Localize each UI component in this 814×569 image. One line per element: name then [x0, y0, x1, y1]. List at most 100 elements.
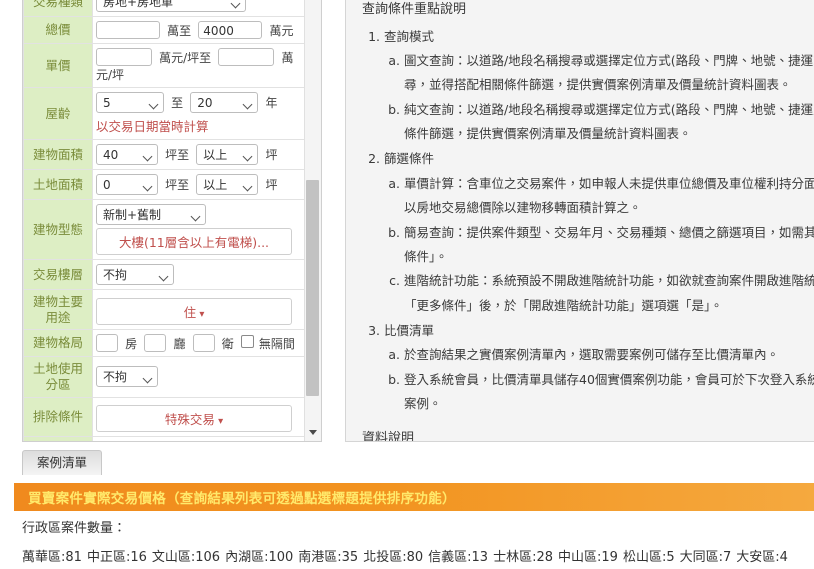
form-row-exclude-conditions: 排除條件 特殊交易 [23, 396, 306, 437]
building-area-min-select[interactable]: 40 [96, 144, 158, 165]
house-age-max-select[interactable]: 20 [190, 92, 259, 113]
district-count-list: 萬華區:81 中正區:16 文山區:106 內湖區:100 南港區:35 北投區:80 信義… [22, 547, 812, 569]
label-exclude-conditions: 排除條件 [23, 396, 93, 437]
land-area-max-select[interactable]: 以上 [196, 174, 259, 195]
building-type-select[interactable]: 新制+舊制 [96, 204, 206, 225]
tab-case-list[interactable]: 案例清單 [22, 450, 103, 475]
help-section1-list: 查詢模式 圖文查詢：以道路/地段名稱搜尋或選擇定位方式(路段、門牌、地號、捷運或… [366, 25, 814, 417]
total-price-end-unit: 萬元 [269, 23, 294, 38]
transaction-floor-select[interactable]: 不拘 [96, 264, 174, 285]
help-subitem-simple-query: 簡易查詢：提供案件類型、交易年月、交易種類、總價之篩選項目，如需其他篩 條件」。 [404, 221, 814, 270]
help-line: 登入系統會員，比價清單具儲存40個實價案例功能，會員可於下次登入系統時 [404, 371, 814, 387]
land-area-mid-unit: 坪至 [165, 178, 190, 192]
land-area-min-select[interactable]: 0 [96, 174, 158, 195]
total-price-min-input[interactable] [96, 21, 160, 39]
help-subitem-text-query: 純文查詢：以道路/地段名稱搜尋或選擇定位方式(路段、門牌、地號、捷運定位 條件篩… [404, 98, 814, 147]
district-count-item: 大同區:7 [679, 550, 732, 566]
house-age-min-select[interactable]: 5 [96, 92, 164, 113]
help-line: 「更多條件」後，於「開啟進階統計功能」選項選「是」。 [404, 297, 723, 313]
building-purpose-dropdown[interactable]: 住 [96, 297, 292, 325]
field-land-area: 0 坪至 以上 坪 [92, 169, 306, 200]
district-count-item: 中山區:19 [558, 550, 618, 566]
field-building-purpose: 住 [92, 288, 306, 331]
help-line: 於查詢結果之實價案例清單內，選取需要案例可儲存至比價清單內。 [404, 347, 780, 363]
help-section1-title: 查詢條件重點說明 [362, 2, 467, 17]
field-advanced-stats: 否 是 [92, 435, 306, 441]
help-item-filter-conditions: 篩選條件 單價計算：含車位之交易案件，如申報人未提供車位總價及車位權利持分面積時… [384, 147, 814, 318]
house-age-note: 以交易日期當時計算 [96, 119, 209, 134]
help-item-filter-text: 篩選條件 [384, 151, 435, 167]
no-partition-label: 無隔間 [258, 336, 295, 351]
form-row-advanced-stats: 開啟進階統計功能 否 是 [23, 435, 306, 441]
scroll-down-arrow-icon[interactable] [305, 424, 321, 440]
label-transaction-floor: 交易樓層 [23, 259, 93, 290]
help-panel: 查詢條件重點說明 查詢模式 圖文查詢：以道路/地段名稱搜尋或選擇定位方式(路段、… [345, 0, 814, 442]
help-item-query-mode-text: 查詢模式 [384, 28, 435, 44]
form-row-building-layout: 建物格局 房 廳 衛 無隔間 [23, 329, 306, 358]
form-row-land-zoning: 土地使用分區 不拘 [23, 356, 306, 398]
exclude-conditions-dropdown[interactable]: 特殊交易 [96, 404, 292, 432]
help-subitem-member-login: 登入系統會員，比價清單具儲存40個實價案例功能，會員可於下次登入系統時 案例。 [404, 368, 814, 417]
scrollbar-thumb[interactable] [306, 180, 319, 396]
form-row-unit-price: 單價 萬元/坪至 萬元/坪 [23, 43, 306, 88]
help-sublist-filter: 單價計算：含車位之交易案件，如申報人未提供車位總價及車位權利持分面積時 以房地交… [386, 172, 814, 318]
district-count-item: 內湖區:100 [225, 550, 294, 566]
no-partition-checkbox[interactable] [240, 334, 254, 348]
help-subitem-advanced-stats: 進階統計功能：系統預設不開啟進階統計功能，如欲就查詢案件開啟進階統計功 「更多條… [404, 269, 814, 318]
building-area-max-select[interactable]: 以上 [196, 144, 259, 165]
field-transaction-floor: 不拘 [92, 259, 306, 290]
building-type-selected-pill[interactable]: 大樓(11層含以上有電梯)... [96, 228, 292, 255]
form-row-total-price: 總價 萬至 4000 萬元 [23, 16, 306, 44]
layout-bath-input[interactable] [192, 334, 215, 353]
label-unit-price: 單價 [23, 43, 93, 88]
building-area-end-unit: 坪 [265, 148, 278, 162]
unit-price-max-input[interactable] [218, 48, 275, 66]
help-line: 以房地交易總價除以建物移轉面積計算之。 [404, 200, 642, 216]
label-advanced-stats: 開啟進階統計功能 [23, 435, 93, 441]
help-line: 條件篩選，提供實價案例清單及價量統計資料圖表。 [404, 126, 692, 141]
query-form-panel: 交易種類 房地+房地車 總價 萬至 4000 萬元 單價 萬元/坪至 萬元/坪 … [22, 0, 322, 442]
field-land-zoning: 不拘 [92, 356, 306, 398]
form-row-transaction-floor: 交易樓層 不拘 [23, 259, 306, 290]
help-item-query-mode: 查詢模式 圖文查詢：以道路/地段名稱搜尋或選擇定位方式(路段、門牌、地號、捷運或… [384, 25, 814, 147]
district-count-item: 信義區:13 [428, 550, 489, 566]
help-line: 純文查詢：以道路/地段名稱搜尋或選擇定位方式(路段、門牌、地號、捷運定位 [404, 101, 814, 117]
field-building-area: 40 坪至 以上 坪 [92, 139, 306, 170]
field-building-type: 新制+舊制 大樓(11層含以上有電梯)... [92, 199, 306, 260]
help-subitem-unit-price-calc: 單價計算：含車位之交易案件，如申報人未提供車位總價及車位權利持分面積時 以房地交… [404, 172, 814, 221]
help-line: 單價計算：含車位之交易案件，如申報人未提供車位總價及車位權利持分面積時 [404, 175, 814, 191]
layout-room-unit: 房 [125, 336, 138, 351]
land-zoning-select[interactable]: 不拘 [96, 366, 158, 388]
label-land-zoning: 土地使用分區 [23, 356, 93, 398]
unit-price-mid-unit: 萬元/坪至 [159, 50, 212, 65]
house-age-end-unit: 年 [265, 96, 278, 110]
total-price-max-input[interactable]: 4000 [198, 21, 263, 39]
label-land-area: 土地面積 [23, 169, 93, 200]
field-transaction-type: 房地+房地車 [92, 0, 306, 17]
form-row-house-age: 屋齡 5 至 20 年 以交易日期當時計算 [23, 87, 306, 140]
form-row-building-area: 建物面積 40 坪至 以上 坪 [23, 139, 306, 170]
district-count-item: 南港區:35 [298, 550, 359, 566]
field-unit-price: 萬元/坪至 萬元/坪 [92, 43, 306, 88]
total-price-mid-unit: 萬至 [167, 23, 192, 38]
help-section2-title: 資料說明 [362, 430, 415, 442]
query-form-scrollbar[interactable] [304, 0, 321, 441]
help-subitem-save-case: 於查詢結果之實價案例清單內，選取需要案例可儲存至比價清單內。 [404, 343, 814, 367]
label-building-area: 建物面積 [23, 139, 93, 170]
layout-bath-unit: 衛 [221, 336, 234, 351]
help-subitem-graphic-query: 圖文查詢：以道路/地段名稱搜尋或選擇定位方式(路段、門牌、地號、捷運或於 尋，並… [404, 49, 814, 98]
help-sublist-query-mode: 圖文查詢：以道路/地段名稱搜尋或選擇定位方式(路段、門牌、地號、捷運或於 尋，並… [386, 49, 814, 147]
layout-room-input[interactable] [96, 334, 118, 353]
house-age-mid-unit: 至 [171, 96, 184, 110]
help-item-compare-text: 比價清單 [384, 323, 435, 338]
help-content: 查詢條件重點說明 查詢模式 圖文查詢：以道路/地段名稱搜尋或選擇定位方式(路段、… [346, 0, 814, 442]
help-line: 圖文查詢：以道路/地段名稱搜尋或選擇定位方式(路段、門牌、地號、捷運或於 [404, 52, 814, 68]
unit-price-min-input[interactable] [96, 48, 152, 66]
district-count-item: 中正區:16 [86, 550, 147, 566]
label-building-purpose: 建物主要用途 [23, 288, 93, 331]
results-banner: 買賣案件實際交易價格（查詢結果列表可透過點選標題提供排序功能） [14, 483, 814, 511]
district-count-label: 行政區案件數量： [22, 521, 127, 536]
transaction-type-select[interactable]: 房地+房地車 [96, 0, 246, 12]
layout-hall-input[interactable] [144, 334, 167, 353]
form-row-transaction-type: 交易種類 房地+房地車 [23, 0, 306, 17]
